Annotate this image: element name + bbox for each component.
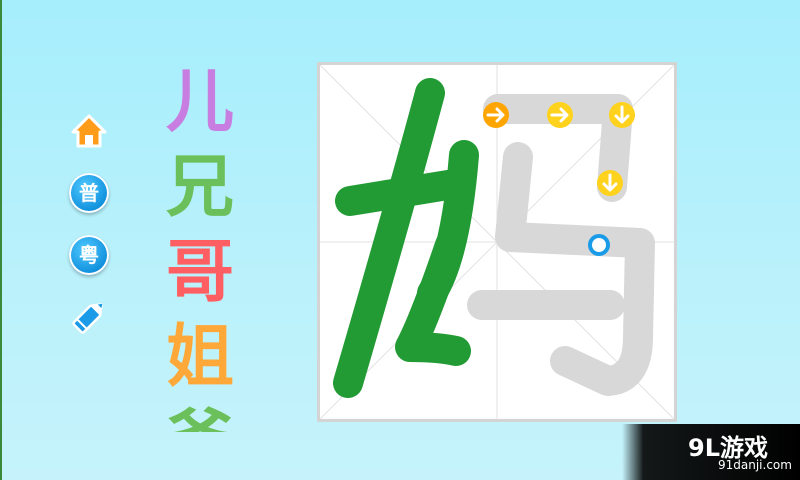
word-item[interactable]: 姐 xyxy=(150,315,250,400)
stroke-canvas xyxy=(320,65,674,419)
direction-arrow-icon xyxy=(483,102,509,128)
home-button[interactable] xyxy=(68,110,110,152)
word-item[interactable]: 爷 xyxy=(150,400,250,432)
mandarin-button[interactable]: 普 xyxy=(68,172,110,214)
cantonese-label: 粤 xyxy=(79,243,99,267)
home-icon xyxy=(71,114,107,148)
pencil-icon xyxy=(72,302,104,334)
completed-strokes xyxy=(333,78,479,398)
mandarin-badge: 普 xyxy=(69,173,109,213)
watermark: 9L游戏 91danji.com xyxy=(622,424,800,480)
writing-board[interactable] xyxy=(317,62,677,422)
watermark-url: 91danji.com xyxy=(718,458,792,472)
word-list: 儿 兄 哥 姐 爷 xyxy=(150,60,250,432)
cantonese-badge: 粤 xyxy=(69,235,109,275)
left-edge-line xyxy=(0,0,2,480)
word-item[interactable]: 哥 xyxy=(150,230,250,315)
direction-arrow-icon xyxy=(609,102,635,128)
mandarin-label: 普 xyxy=(79,181,99,205)
word-item[interactable]: 兄 xyxy=(150,145,250,230)
cantonese-button[interactable]: 粤 xyxy=(68,234,110,276)
word-item[interactable]: 儿 xyxy=(150,60,250,145)
direction-arrow-icon xyxy=(597,170,623,196)
direction-arrow-icon xyxy=(547,102,573,128)
pen-cursor xyxy=(588,234,610,256)
edit-button[interactable] xyxy=(68,296,110,338)
pending-strokes xyxy=(467,94,655,396)
